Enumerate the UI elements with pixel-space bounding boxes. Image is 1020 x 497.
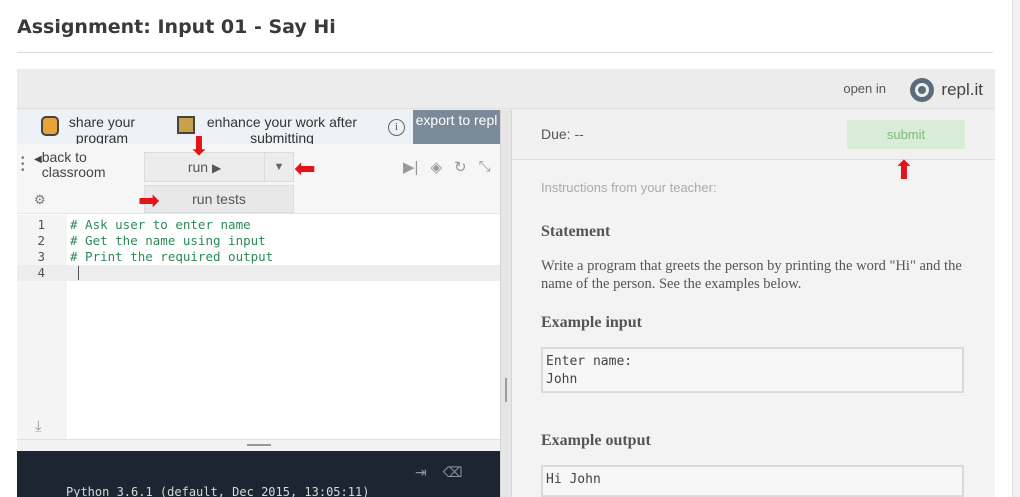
statement-text: Write a program that greets the person b…: [541, 258, 962, 292]
annotation-arrow-down-run: ⬇: [188, 132, 210, 162]
console-icons: ⇥ ⌫: [415, 464, 463, 481]
code-text: # Get the name using input: [70, 233, 266, 248]
submit-button[interactable]: submit: [847, 120, 965, 149]
console-output: Python 3.6.1 (default, Dec 2015, 13:05:1…: [66, 485, 370, 497]
instructions-label: Instructions from your teacher:: [541, 180, 717, 195]
play-icon: ▶: [211, 161, 222, 175]
share-program-link[interactable]: share your program: [39, 114, 149, 146]
line-number: 1: [37, 217, 45, 232]
console-enter-icon[interactable]: ⇥: [415, 464, 427, 481]
export-to-repl-button[interactable]: export to repl: [413, 110, 500, 144]
console-panel[interactable]: ⇥ ⌫ Python 3.6.1 (default, Dec 2015, 13:…: [17, 451, 500, 497]
open-in-label: open in: [843, 81, 886, 96]
workspace-panel: share your program enhance your work aft…: [17, 110, 500, 497]
due-bar: Due: -- submit: [512, 110, 995, 160]
run-dropdown-button[interactable]: ▼: [265, 153, 293, 181]
promo-bar: share your program enhance your work aft…: [17, 110, 500, 146]
replit-link[interactable]: repl.it: [908, 76, 983, 104]
annotation-arrow-up-submit: ⬆: [893, 156, 915, 186]
example-output-heading: Example output: [541, 432, 651, 449]
package-icon[interactable]: ◈: [430, 158, 442, 176]
file-settings-icon[interactable]: ⚙: [34, 192, 46, 208]
example-input-heading: Example input: [541, 314, 642, 331]
replit-brand: repl.it: [941, 80, 983, 99]
clear-console-icon[interactable]: ⌫: [443, 464, 463, 481]
page-scrollbar[interactable]: [1012, 0, 1020, 497]
run-group: run ▶ ▼: [144, 152, 294, 182]
run-tests-menu-item[interactable]: run tests: [144, 185, 294, 213]
example-output-box: Hi John: [541, 465, 964, 497]
back-to-classroom-link[interactable]: ◀back to classroom: [34, 150, 124, 180]
chevron-down-icon: ▼: [273, 161, 285, 173]
code-text: # Print the required output: [70, 249, 274, 264]
code-line[interactable]: 2 # Get the name using input: [17, 233, 500, 249]
step-forward-icon[interactable]: ▶|: [403, 158, 418, 176]
horizontal-splitter[interactable]: [17, 439, 500, 451]
annotation-arrow-left-dropdown: ⬅: [294, 154, 316, 184]
refresh-icon[interactable]: ↻: [454, 158, 467, 176]
splitter-grip: [247, 444, 271, 446]
example-input-box: Enter name: John: [541, 347, 964, 393]
line-number: 2: [37, 233, 45, 248]
editor-toolbar: • • • ◀back to classroom run ▶ ▼ run tests…: [17, 144, 500, 214]
statement-heading: Statement: [541, 223, 611, 240]
code-line[interactable]: 3 # Print the required output: [17, 249, 500, 265]
download-icon[interactable]: ⤓: [35, 418, 42, 435]
text-caret: [78, 266, 79, 280]
info-icon[interactable]: i: [388, 119, 405, 136]
vertical-splitter[interactable]: [500, 110, 512, 497]
page-title: Assignment: Input 01 - Say Hi: [17, 16, 336, 38]
code-line-active[interactable]: 4: [17, 265, 500, 281]
chevron-left-icon: ◀: [34, 154, 42, 165]
code-editor[interactable]: 1 # Ask user to enter name 2 # Get the n…: [17, 215, 500, 439]
replit-logo-icon: [910, 78, 935, 102]
title-divider: [17, 52, 993, 53]
code-text: # Ask user to enter name: [70, 217, 251, 232]
code-line[interactable]: 1 # Ask user to enter name: [17, 217, 500, 233]
repl-embed: open in repl.it share your program enhan…: [17, 69, 995, 497]
instructions-panel: Due: -- submit Instructions from your te…: [512, 110, 995, 497]
vertical-grip: [505, 378, 507, 402]
drag-handle-icon[interactable]: • • •: [21, 154, 27, 176]
collapse-icon[interactable]: ⤡: [479, 158, 491, 176]
annotation-arrow-right-run-tests: ➡: [138, 186, 160, 216]
line-number: 3: [37, 249, 45, 264]
back-label: back to classroom: [41, 149, 106, 180]
share-icon: [41, 116, 59, 136]
toolbar-icons: ▶| ◈ ↻ ⤡: [403, 158, 491, 176]
due-date: Due: --: [541, 126, 584, 142]
embed-topbar: open in repl.it: [17, 69, 995, 109]
line-number: 4: [37, 265, 45, 280]
